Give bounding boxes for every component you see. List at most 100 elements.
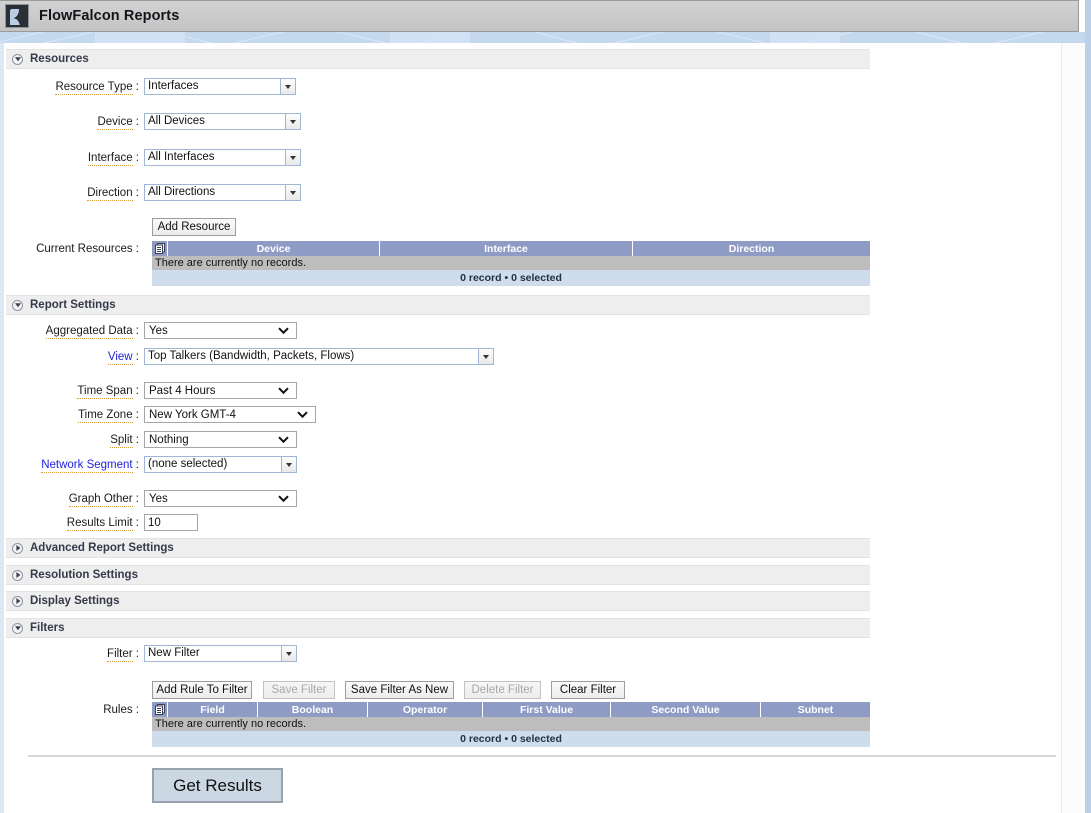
filter-value: New Filter: [148, 647, 200, 659]
app-title: FlowFalcon Reports: [39, 8, 180, 24]
label-current-resources: Current Resources :: [36, 243, 139, 255]
view-combobox[interactable]: Top Talkers (Bandwidth, Packets, Flows): [144, 348, 494, 365]
label-network-segment[interactable]: Network Segment :: [4, 458, 144, 473]
chevron-down-icon: [278, 494, 289, 502]
label-rules: Rules :: [103, 704, 139, 716]
label-interface: Interface :: [87, 151, 139, 166]
time-zone-select[interactable]: New York GMT-4: [144, 406, 316, 423]
column-header-device[interactable]: Device: [168, 241, 380, 256]
graph-other-select[interactable]: Yes: [144, 490, 297, 507]
section-header-advanced-report-settings[interactable]: Advanced Report Settings: [6, 538, 870, 558]
chevron-right-icon[interactable]: [12, 542, 23, 554]
split-value: Nothing: [149, 433, 189, 446]
grid-header-row: Device Interface Direction: [152, 241, 870, 256]
column-header-first-value[interactable]: First Value: [483, 702, 611, 717]
section-title-report-settings: Report Settings: [30, 299, 116, 311]
direction-combobox[interactable]: All Directions: [144, 184, 301, 201]
section-title-resources: Resources: [30, 53, 89, 65]
device-combobox[interactable]: All Devices: [144, 113, 301, 130]
copy-icon[interactable]: [152, 241, 168, 256]
chevron-down-icon[interactable]: [12, 299, 23, 311]
column-header-field[interactable]: Field: [168, 702, 258, 717]
label-device: Device :: [97, 115, 139, 130]
chevron-down-icon[interactable]: [12, 622, 23, 634]
column-header-second-value[interactable]: Second Value: [611, 702, 761, 717]
label-split: Split :: [110, 433, 139, 448]
resource-type-value: Interfaces: [148, 80, 199, 92]
time-span-value: Past 4 Hours: [149, 384, 216, 397]
label-filter: Filter :: [107, 647, 139, 662]
dropdown-arrow-icon[interactable]: [285, 114, 300, 129]
section-title-advanced-report-settings: Advanced Report Settings: [30, 542, 174, 554]
section-header-resolution-settings[interactable]: Resolution Settings: [6, 565, 870, 585]
column-header-subnet[interactable]: Subnet: [761, 702, 870, 717]
section-header-display-settings[interactable]: Display Settings: [6, 591, 870, 611]
time-zone-value: New York GMT-4: [149, 408, 236, 421]
split-select[interactable]: Nothing: [144, 431, 297, 448]
label-view[interactable]: View :: [4, 350, 144, 365]
grid-footer-count: 0 record • 0 selected: [152, 270, 870, 286]
field-row-split: Split : Nothing: [4, 431, 297, 448]
field-row-view: View : Top Talkers (Bandwidth, Packets, …: [4, 348, 494, 365]
label-results-limit: Results Limit :: [66, 516, 139, 531]
column-header-boolean[interactable]: Boolean: [258, 702, 368, 717]
column-header-operator[interactable]: Operator: [368, 702, 483, 717]
dropdown-arrow-icon[interactable]: [285, 185, 300, 200]
network-segment-value: (none selected): [148, 458, 228, 470]
dropdown-arrow-icon[interactable]: [281, 457, 296, 472]
delete-filter-button: Delete Filter: [464, 681, 541, 699]
grid-empty-message: There are currently no records.: [152, 256, 870, 270]
copy-icon[interactable]: [152, 702, 168, 717]
section-header-filters[interactable]: Filters: [6, 618, 870, 638]
label-graph-other: Graph Other :: [68, 492, 139, 507]
aggregated-data-value: Yes: [149, 324, 168, 337]
field-row-time-span: Time Span : Past 4 Hours: [4, 382, 297, 399]
section-title-display-settings: Display Settings: [30, 595, 120, 607]
network-segment-combobox[interactable]: (none selected): [144, 456, 297, 473]
column-header-interface[interactable]: Interface: [380, 241, 633, 256]
label-time-zone: Time Zone :: [78, 408, 139, 423]
section-header-resources[interactable]: Resources: [6, 49, 870, 69]
label-aggregated-data: Aggregated Data :: [45, 324, 139, 339]
device-value: All Devices: [148, 115, 205, 127]
chevron-down-icon[interactable]: [12, 53, 23, 65]
section-title-filters: Filters: [30, 622, 65, 634]
direction-value: All Directions: [148, 186, 216, 198]
label-direction: Direction :: [87, 186, 139, 201]
interface-combobox[interactable]: All Interfaces: [144, 149, 301, 166]
dropdown-arrow-icon[interactable]: [280, 79, 295, 94]
aggregated-data-select[interactable]: Yes: [144, 322, 297, 339]
graph-other-value: Yes: [149, 492, 168, 505]
chevron-right-icon[interactable]: [12, 595, 23, 607]
save-filter-as-new-button[interactable]: Save Filter As New: [345, 681, 454, 699]
resource-type-combobox[interactable]: Interfaces: [144, 78, 296, 95]
section-header-report-settings[interactable]: Report Settings: [6, 295, 870, 315]
grid-header-row: Field Boolean Operator First Value Secon…: [152, 702, 870, 717]
dropdown-arrow-icon[interactable]: [281, 646, 296, 661]
view-value: Top Talkers (Bandwidth, Packets, Flows): [148, 350, 355, 362]
time-span-select[interactable]: Past 4 Hours: [144, 382, 297, 399]
field-row-network-segment: Network Segment : (none selected): [4, 456, 297, 473]
clear-filter-button[interactable]: Clear Filter: [551, 681, 625, 699]
title-bar: FlowFalcon Reports: [0, 0, 1079, 32]
results-limit-input[interactable]: [144, 514, 198, 531]
dropdown-arrow-icon[interactable]: [478, 349, 493, 364]
banner-strip: [0, 32, 1085, 43]
section-title-resolution-settings: Resolution Settings: [30, 569, 138, 581]
field-row-time-zone: Time Zone : New York GMT-4: [4, 406, 316, 423]
add-rule-to-filter-button[interactable]: Add Rule To Filter: [152, 681, 252, 699]
save-filter-button: Save Filter: [263, 681, 335, 699]
page-right-edge: [1085, 0, 1091, 813]
label-resource-type: Resource Type :: [55, 80, 139, 95]
filter-combobox[interactable]: New Filter: [144, 645, 297, 662]
column-header-direction[interactable]: Direction: [633, 241, 870, 256]
chevron-down-icon: [278, 386, 289, 394]
dropdown-arrow-icon[interactable]: [285, 150, 300, 165]
chevron-right-icon[interactable]: [12, 569, 23, 581]
field-row-direction: Direction : All Directions: [4, 184, 301, 201]
application-window: FlowFalcon Reports Resources Resource Ty…: [0, 0, 1091, 813]
grid-empty-message: There are currently no records.: [152, 717, 870, 731]
add-resource-button[interactable]: Add Resource: [152, 218, 236, 236]
get-results-button[interactable]: Get Results: [152, 768, 283, 803]
page-scroll-gutter[interactable]: [1061, 43, 1085, 813]
